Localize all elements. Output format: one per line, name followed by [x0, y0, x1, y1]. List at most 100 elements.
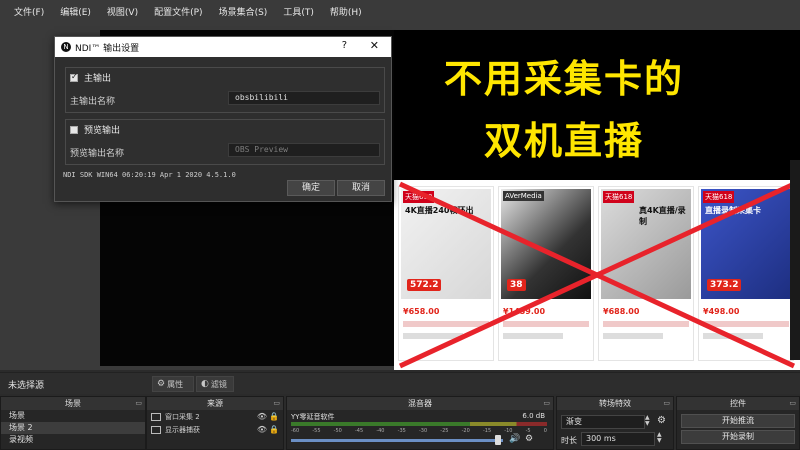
- meter-tick: -15: [482, 428, 492, 434]
- spinner-arrows-icon[interactable]: ▲ ▼: [657, 432, 665, 446]
- transitions-dock: 转场特效 ▭ 渐变 ▲ ▼ ⚙ 时长 300 ms ▲ ▼: [556, 396, 674, 450]
- mixer-title: 混音器: [408, 399, 432, 408]
- thumbnail-title-line1: 不用采集卡的: [443, 57, 684, 101]
- ndi-output-dialog: N NDI™ 输出设置 ? ✕ 主输出 主输出名称 obsbilibili 预览…: [54, 36, 392, 202]
- controls-header: 控件 ▭: [677, 397, 799, 410]
- scenes-title: 场景: [65, 399, 81, 408]
- properties-label: 属性: [167, 379, 184, 389]
- meter-tick: -35: [397, 428, 406, 434]
- dock-float-icon[interactable]: ▭: [663, 397, 670, 410]
- menu-help[interactable]: 帮助(H): [322, 0, 370, 26]
- thumbnail-title-line2: 双机直播: [483, 119, 644, 163]
- gear-icon[interactable]: ⚙: [657, 415, 666, 426]
- edge-strip: [790, 160, 800, 360]
- menu-view[interactable]: 视图(V): [99, 0, 146, 26]
- duration-label: 时长: [561, 436, 577, 445]
- filter-icon: ◐: [201, 379, 209, 389]
- transition-select[interactable]: 渐变: [561, 415, 645, 429]
- spinner-arrows-icon[interactable]: ▲ ▼: [645, 415, 653, 429]
- ndi-icon: N: [61, 42, 71, 52]
- menu-profile[interactable]: 配置文件(P): [146, 0, 210, 26]
- sdk-info: NDI SDK WIN64 06:20:19 Apr 1 2020 4.5.1.…: [63, 171, 236, 179]
- audio-mixer-dock: 混音器 ▭ YY零延音软件 6.0 dB -60 -55 -50 -45 -40…: [286, 396, 554, 450]
- main-output-name-input[interactable]: obsbilibili: [228, 91, 380, 105]
- dialog-title: NDI™ 输出设置: [75, 43, 140, 54]
- preview-output-checkbox-row[interactable]: 预览输出: [70, 123, 120, 136]
- meter-tick: 0: [543, 428, 547, 434]
- source-item[interactable]: 窗口采集 2 👁 🔒: [147, 410, 283, 423]
- eye-icon[interactable]: 👁: [257, 412, 267, 421]
- start-streaming-button[interactable]: 开始推流: [681, 414, 795, 428]
- meter-tick: -60: [291, 428, 300, 434]
- menu-bar: 文件(F) 编辑(E) 视图(V) 配置文件(P) 场景集合(S) 工具(T) …: [0, 0, 800, 26]
- main-output-group: 主输出 主输出名称 obsbilibili: [65, 67, 385, 113]
- volume-meter: [291, 422, 547, 426]
- meter-tick: -20: [461, 428, 470, 434]
- preview-output-group: 预览输出 预览输出名称 OBS Preview: [65, 119, 385, 165]
- window-icon: [151, 412, 161, 421]
- source-item[interactable]: 显示器捕获 👁 🔒: [147, 423, 283, 436]
- properties-button[interactable]: ⚙ 属性: [152, 376, 194, 392]
- menu-scene-collection[interactable]: 场景集合(S): [211, 0, 276, 26]
- meter-tick: -30: [418, 428, 428, 434]
- sources-dock: 来源 ▭ 窗口采集 2 👁 🔒 显示器捕获 👁 🔒: [146, 396, 284, 450]
- filters-button[interactable]: ◐ 滤镜: [196, 376, 234, 392]
- source-label: 窗口采集 2: [165, 412, 200, 421]
- mixer-header: 混音器 ▭: [287, 397, 553, 410]
- close-button[interactable]: ✕: [370, 39, 379, 52]
- main-output-name-label: 主输出名称: [70, 97, 116, 107]
- preview-output-name-input[interactable]: OBS Preview: [228, 143, 380, 157]
- help-button[interactable]: ?: [342, 40, 347, 51]
- menu-tools[interactable]: 工具(T): [275, 0, 322, 26]
- gear-icon: ⚙: [157, 379, 166, 389]
- dock-float-icon[interactable]: ▭: [789, 397, 796, 410]
- scenes-dock: 场景 ▭ 场景 场景 2 录视频: [0, 396, 146, 450]
- red-cross-icon: [398, 181, 796, 369]
- lock-icon[interactable]: 🔒: [269, 425, 279, 434]
- sources-title: 来源: [207, 399, 223, 408]
- gear-icon[interactable]: ⚙: [525, 434, 533, 444]
- dock-float-icon[interactable]: ▭: [543, 397, 550, 410]
- duration-input[interactable]: 300 ms: [581, 432, 655, 446]
- source-label: 显示器捕获: [165, 425, 200, 434]
- start-recording-button[interactable]: 开始录制: [681, 430, 795, 444]
- meter-tick: -50: [333, 428, 342, 434]
- sources-header: 来源 ▭: [147, 397, 283, 410]
- controls-dock: 控件 ▭ 开始推流 开始录制: [676, 396, 800, 450]
- menu-file[interactable]: 文件(F): [6, 0, 52, 26]
- mixer-track-name: YY零延音软件: [291, 413, 335, 421]
- speaker-icon[interactable]: 🔊: [509, 434, 520, 444]
- main-output-checkbox-label: 主输出: [84, 74, 112, 84]
- lock-icon[interactable]: 🔒: [269, 412, 279, 421]
- no-source-label: 未选择源: [8, 381, 45, 391]
- video-thumbnail: 不用采集卡的 双机直播 天猫618 4K直播240帧环出 572.2 ¥658.…: [394, 30, 800, 370]
- transitions-header: 转场特效 ▭: [557, 397, 673, 410]
- volume-slider[interactable]: [291, 439, 503, 442]
- dock-float-icon[interactable]: ▭: [273, 397, 280, 410]
- dialog-titlebar[interactable]: N NDI™ 输出设置 ? ✕: [55, 37, 391, 57]
- meter-tick: -40: [376, 428, 385, 434]
- cancel-button[interactable]: 取消: [337, 180, 385, 196]
- controls-title: 控件: [730, 399, 746, 408]
- transitions-title: 转场特效: [599, 399, 631, 408]
- meter-tick: -45: [354, 428, 364, 434]
- main-output-checkbox[interactable]: [70, 72, 78, 82]
- scene-item[interactable]: 录视频: [1, 434, 145, 446]
- volume-slider-handle[interactable]: [495, 435, 501, 445]
- dock-float-icon[interactable]: ▭: [135, 397, 142, 410]
- menu-edit[interactable]: 编辑(E): [52, 0, 99, 26]
- mixer-track-db: 6.0 dB: [522, 412, 545, 420]
- meter-tick: -55: [312, 428, 321, 434]
- main-output-checkbox-row[interactable]: 主输出: [70, 71, 111, 84]
- filters-label: 滤镜: [210, 379, 227, 389]
- scenes-header: 场景 ▭: [1, 397, 145, 410]
- preview-output-checkbox[interactable]: [70, 125, 78, 134]
- ok-button[interactable]: 确定: [287, 180, 335, 196]
- source-toolbar: 未选择源 ⚙ 属性 ◐ 滤镜: [0, 372, 800, 394]
- scene-item[interactable]: 场景 2: [1, 422, 145, 434]
- preview-output-checkbox-label: 预览输出: [84, 126, 121, 136]
- monitor-icon: [151, 425, 161, 434]
- scene-item[interactable]: 场景: [1, 410, 145, 422]
- eye-icon[interactable]: 👁: [257, 425, 267, 434]
- meter-tick: -25: [440, 428, 449, 434]
